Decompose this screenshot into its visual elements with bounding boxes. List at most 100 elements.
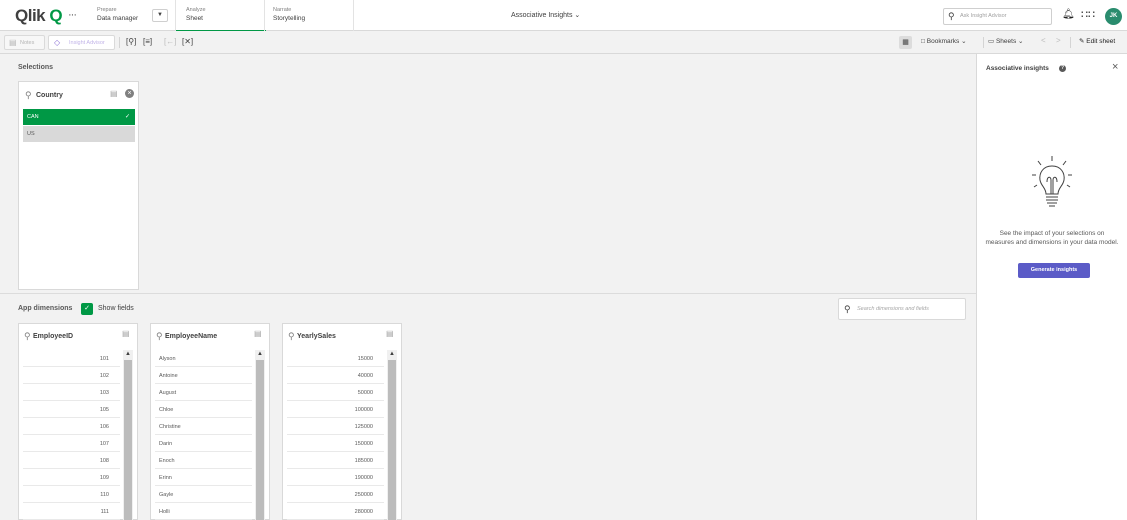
show-fields-checkbox[interactable]: ✓ [81, 303, 93, 315]
previous-sheet-icon[interactable]: < [1041, 36, 1046, 45]
list-item[interactable]: 103 [23, 384, 120, 401]
list-item[interactable]: 105 [23, 401, 120, 418]
menu-icon[interactable]: ▤ [254, 329, 262, 338]
scrollbar-thumb[interactable] [124, 360, 132, 520]
associative-insights-panel: Associative insights ? × See the impact … [976, 54, 1127, 520]
list-item[interactable]: Alyson [155, 350, 252, 367]
help-icon[interactable]: ? [1059, 65, 1066, 72]
close-icon[interactable]: × [1112, 61, 1118, 73]
field-title: EmployeeName [165, 333, 218, 340]
list-item[interactable]: 150000 [287, 435, 384, 452]
list-item[interactable]: 106 [23, 418, 120, 435]
list-item[interactable]: Enoch [155, 452, 252, 469]
avatar[interactable]: JK [1105, 8, 1122, 25]
list-item[interactable]: 185000 [287, 452, 384, 469]
app-dimensions-heading: App dimensions [18, 305, 73, 312]
sheets-icon: ▭ [988, 38, 995, 45]
nav-tab-narrate[interactable]: Narrate Storytelling [264, 0, 354, 31]
field-header[interactable]: ⚲ YearlySales ▤ [283, 324, 401, 346]
app-title-dropdown[interactable]: Associative Insights ⌄ [511, 11, 580, 19]
dimensions-search-input[interactable]: ⚲ Search dimensions and fields [838, 298, 966, 320]
scrollbar[interactable]: ▲ [387, 350, 397, 520]
list-item-can[interactable]: CAN ✓ [23, 109, 135, 125]
smart-search-icon[interactable]: [⚲] [126, 37, 136, 47]
panel-title: Associative insights [986, 65, 1049, 72]
sheets-button[interactable]: ▭ Sheets ⌄ [988, 37, 1023, 45]
section-divider[interactable] [0, 293, 976, 294]
list-item[interactable]: Chloe [155, 401, 252, 418]
sheets-label: Sheets ⌄ [995, 38, 1024, 45]
scroll-up-icon[interactable]: ▲ [257, 351, 263, 357]
list-item-us[interactable]: US [23, 126, 135, 142]
country-filter-header[interactable]: ⚲ Country ▤ × [19, 82, 138, 107]
search-icon: ⚲ [25, 90, 32, 100]
next-sheet-icon[interactable]: > [1056, 36, 1061, 45]
list-item[interactable]: 109 [23, 469, 120, 486]
list-item[interactable]: 15000 [287, 350, 384, 367]
nav-narrate-label: Storytelling [273, 15, 306, 22]
list-item[interactable]: Antoine [155, 367, 252, 384]
nav-tab-prepare[interactable]: Prepare Data manager [97, 0, 147, 31]
scrollbar-thumb[interactable] [256, 360, 264, 520]
list-item[interactable]: Darin [155, 435, 252, 452]
edit-sheet-button[interactable]: ✎ Edit sheet [1079, 37, 1115, 45]
list-item[interactable]: 107 [23, 435, 120, 452]
list-item[interactable]: 100000 [287, 401, 384, 418]
diamond-icon: ◇ [54, 38, 61, 47]
field-header[interactable]: ⚲ EmployeeID ▤ [19, 324, 137, 346]
checkmark-icon: ✓ [124, 114, 130, 120]
scrollbar[interactable]: ▲ [123, 350, 133, 520]
search-icon: ⚲ [844, 304, 851, 314]
selections-tool-icon[interactable]: [≡] [143, 37, 152, 47]
scrollbar-thumb[interactable] [388, 360, 396, 520]
search-icon: ⚲ [948, 11, 955, 21]
list-item[interactable]: Erinn [155, 469, 252, 486]
insight-advisor-search[interactable]: ⚲ Ask Insight Advisor [943, 8, 1052, 25]
menu-icon[interactable]: ▤ [386, 329, 394, 338]
list-item[interactable]: 190000 [287, 469, 384, 486]
scrollbar[interactable]: ▲ [255, 350, 265, 520]
list-item-label: US [27, 131, 35, 137]
country-filter-title: Country [36, 92, 63, 99]
scroll-up-icon[interactable]: ▲ [389, 351, 395, 357]
list-item[interactable]: 108 [23, 452, 120, 469]
toolbar-divider [1070, 37, 1071, 48]
notes-button[interactable]: ▤ Notes [4, 35, 45, 50]
edit-sheet-label: Edit sheet [1086, 38, 1116, 45]
list-item[interactable]: 40000 [287, 367, 384, 384]
scroll-up-icon[interactable]: ▲ [125, 351, 131, 357]
clear-all-icon[interactable]: [✕] [182, 37, 193, 47]
list-item[interactable]: 50000 [287, 384, 384, 401]
list-item[interactable]: 280000 [287, 503, 384, 520]
bookmarks-button[interactable]: □ Bookmarks ⌄ [921, 37, 967, 45]
list-item[interactable]: 102 [23, 367, 120, 384]
sheet-layout-icon[interactable]: ▦ [899, 36, 912, 49]
nav-tab-analyze[interactable]: Analyze Sheet [175, 0, 266, 32]
chevron-down-icon[interactable]: ▼ [152, 9, 168, 22]
list-item[interactable]: Gayle [155, 486, 252, 503]
list-item[interactable]: August [155, 384, 252, 401]
field-header[interactable]: ⚲ EmployeeName ▤ [151, 324, 269, 346]
more-menu-icon[interactable]: ··· [68, 9, 77, 21]
step-back-icon[interactable]: [←] [164, 37, 176, 47]
qlik-logo[interactable]: Qlik Q [15, 6, 63, 26]
app-grid-icon[interactable]: ∷∷ [1081, 8, 1095, 21]
list-item[interactable]: 125000 [287, 418, 384, 435]
field-title: EmployeeID [33, 333, 74, 340]
generate-insights-button[interactable]: Generate insights [1018, 263, 1090, 278]
insight-advisor-button[interactable]: ◇ Insight Advisor [48, 35, 115, 50]
menu-icon[interactable]: ▤ [110, 89, 118, 98]
field-listbox-employeename: ⚲ EmployeeName ▤ Alyson Antoine August C… [150, 323, 270, 520]
show-fields-label[interactable]: Show fields [98, 305, 134, 312]
menu-icon[interactable]: ▤ [122, 329, 130, 338]
list-item[interactable]: 110 [23, 486, 120, 503]
list-item[interactable]: Christine [155, 418, 252, 435]
list-item[interactable]: 250000 [287, 486, 384, 503]
selections-heading: Selections [18, 64, 54, 71]
clear-selection-icon[interactable]: × [125, 89, 134, 98]
list-item[interactable]: 111 [23, 503, 120, 520]
insight-advisor-label: Insight Advisor [69, 40, 105, 46]
list-item[interactable]: 101 [23, 350, 120, 367]
bell-icon[interactable]: 🔔︎ [1062, 9, 1075, 20]
list-item[interactable]: Holli [155, 503, 252, 520]
